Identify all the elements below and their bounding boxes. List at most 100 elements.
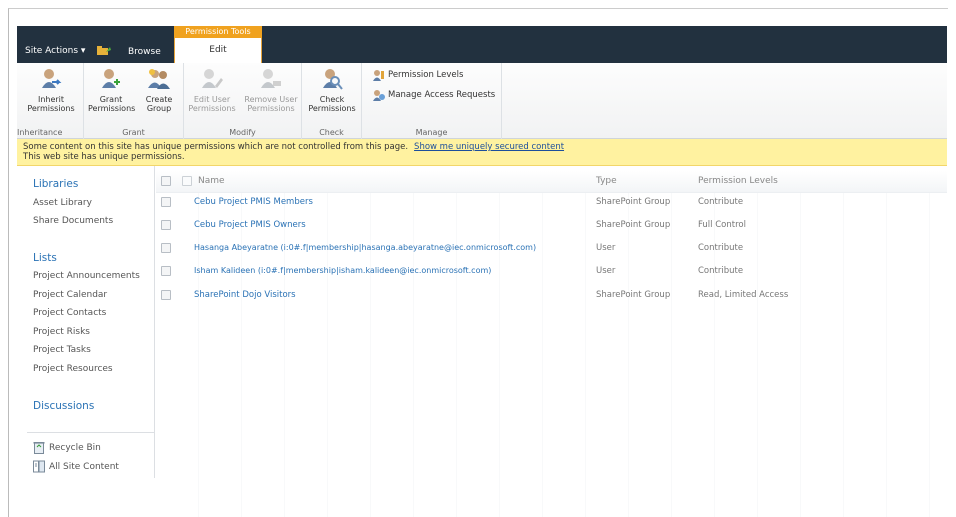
permission-levels-button[interactable]: Permission Levels [372, 69, 463, 81]
list-header: Name Type Permission Levels [156, 171, 947, 193]
recycle-bin-link[interactable]: Recycle Bin [33, 441, 101, 454]
row-checkbox[interactable] [161, 290, 171, 300]
nav-item-project-tasks[interactable]: Project Tasks [33, 345, 91, 355]
create-label-2: Group [146, 104, 172, 113]
nav-heading-discussions[interactable]: Discussions [33, 400, 94, 412]
table-row[interactable]: SharePoint Dojo Visitors SharePoint Grou… [156, 284, 947, 307]
nav-item-asset-library[interactable]: Asset Library [33, 198, 92, 208]
check-permissions-icon [323, 69, 343, 90]
ribbon-group-manage: Permission Levels Manage Access Requests… [362, 63, 502, 139]
permissions-list: Name Type Permission Levels Cebu Project… [156, 166, 947, 517]
nav-divider [27, 432, 155, 433]
row-type: User [596, 243, 616, 253]
create-group-icon [148, 69, 170, 89]
nav-item-project-calendar[interactable]: Project Calendar [33, 290, 107, 300]
ribbon-group-modify: Edit User Permissions Remove User Permis… [184, 63, 302, 139]
row-permission-level: Read, Limited Access [698, 290, 789, 300]
navigate-up-icon[interactable] [96, 44, 112, 56]
row-checkbox[interactable] [161, 266, 171, 276]
nav-item-project-announcements[interactable]: Project Announcements [33, 271, 140, 281]
grant-label-2: Permissions [88, 104, 136, 113]
inherit-label-1: Inherit [37, 95, 65, 104]
nav-item-project-contacts[interactable]: Project Contacts [33, 308, 106, 318]
column-header-type[interactable]: Type [596, 176, 617, 186]
row-name-link[interactable]: Isham Kalideen (i:0#.f|membership|isham.… [194, 266, 491, 275]
create-group-button[interactable]: Create Group [142, 68, 176, 113]
all-site-content-icon [33, 460, 45, 473]
nav-item-project-risks[interactable]: Project Risks [33, 327, 90, 337]
grant-label-1: Grant [99, 95, 123, 104]
ribbon-top-bar [17, 26, 947, 63]
manage-access-requests-label: Manage Access Requests [388, 90, 496, 100]
row-permission-level: Full Control [698, 220, 746, 230]
row-name-link[interactable]: Hasanga Abeyaratne (i:0#.f|membership|ha… [194, 243, 536, 252]
remove-user-permissions-icon [261, 69, 281, 88]
group-label-manage: Manage [415, 128, 448, 137]
permission-levels-label: Permission Levels [388, 70, 464, 80]
row-type: SharePoint Group [596, 220, 671, 230]
manage-access-requests-icon [373, 90, 385, 101]
check-label-2: Permissions [308, 104, 356, 113]
warning-line-2: This web site has unique permissions. [23, 152, 185, 162]
table-row[interactable]: Cebu Project PMIS Members SharePoint Gro… [156, 191, 947, 214]
ribbon-group-check: Check Permissions Check [302, 63, 362, 139]
inherit-label-2: Permissions [27, 104, 75, 113]
row-permission-level: Contribute [698, 266, 744, 276]
create-label-1: Create [145, 95, 173, 104]
row-permission-level: Contribute [698, 197, 744, 207]
row-type: User [596, 266, 616, 276]
nav-heading-lists[interactable]: Lists [33, 252, 57, 264]
column-header-name[interactable]: Name [198, 176, 225, 186]
grant-permissions-button[interactable]: Grant Permissions [88, 68, 136, 113]
group-label-grant: Grant [122, 128, 145, 137]
recycle-bin-label: Recycle Bin [49, 442, 101, 453]
row-name-link[interactable]: Cebu Project PMIS Owners [194, 220, 306, 230]
quick-launch: Libraries Asset Library Share Documents … [17, 166, 155, 478]
ribbon: Inherit Permissions Inheritance Grant Pe… [17, 63, 947, 139]
inherit-permissions-icon [42, 69, 62, 88]
remove-user-permissions-button[interactable]: Remove User Permissions [242, 68, 300, 113]
name-header-checkbox[interactable] [182, 176, 192, 186]
permission-levels-icon [373, 70, 384, 81]
manage-access-requests-button[interactable]: Manage Access Requests [372, 89, 495, 101]
group-label-modify: Modify [229, 128, 256, 137]
select-all-checkbox[interactable] [161, 176, 171, 186]
inherit-permissions-button[interactable]: Inherit Permissions [25, 68, 77, 113]
row-type: SharePoint Group [596, 290, 671, 300]
tab-edit[interactable]: Edit [174, 38, 262, 63]
show-uniquely-secured-content-link[interactable]: Show me uniquely secured content [414, 142, 564, 152]
site-actions-menu[interactable]: Site Actions ▾ [25, 46, 85, 56]
row-permission-level: Contribute [698, 243, 744, 253]
unique-permissions-warning: Some content on this site has unique per… [17, 139, 947, 166]
nav-heading-libraries[interactable]: Libraries [33, 178, 78, 190]
edit-user-permissions-button[interactable]: Edit User Permissions [186, 68, 238, 113]
warning-line-1: Some content on this site has unique per… [23, 142, 947, 152]
row-type: SharePoint Group [596, 197, 671, 207]
all-site-content-label: All Site Content [49, 461, 119, 472]
warning-text: Some content on this site has unique per… [23, 142, 409, 152]
nav-item-project-resources[interactable]: Project Resources [33, 364, 113, 374]
grant-permissions-icon [102, 69, 120, 88]
column-header-permission-levels[interactable]: Permission Levels [698, 176, 778, 186]
permission-tools-context-label: Permission Tools [174, 26, 262, 38]
recycle-bin-icon [33, 442, 45, 454]
all-site-content-link[interactable]: All Site Content [33, 460, 119, 473]
nav-item-share-documents[interactable]: Share Documents [33, 216, 113, 226]
edit-user-permissions-icon [202, 69, 223, 88]
tab-browse[interactable]: Browse [128, 47, 161, 57]
check-label-1: Check [319, 95, 345, 104]
edit-user-label-1: Edit User [193, 95, 231, 104]
table-row[interactable]: Isham Kalideen (i:0#.f|membership|isham.… [156, 260, 947, 283]
table-row[interactable]: Hasanga Abeyaratne (i:0#.f|membership|ha… [156, 237, 947, 260]
ribbon-group-grant: Grant Permissions Create Group Grant [84, 63, 184, 139]
table-row[interactable]: Cebu Project PMIS Owners SharePoint Grou… [156, 214, 947, 237]
check-permissions-button[interactable]: Check Permissions [306, 68, 358, 113]
row-name-link[interactable]: SharePoint Dojo Visitors [194, 290, 296, 300]
ribbon-group-inheritance: Inherit Permissions Inheritance [17, 63, 84, 139]
group-label-check: Check [319, 128, 344, 137]
group-label-inheritance: Inheritance [17, 128, 63, 137]
row-checkbox[interactable] [161, 243, 171, 253]
row-name-link[interactable]: Cebu Project PMIS Members [194, 197, 313, 207]
row-checkbox[interactable] [161, 220, 171, 230]
row-checkbox[interactable] [161, 197, 171, 207]
